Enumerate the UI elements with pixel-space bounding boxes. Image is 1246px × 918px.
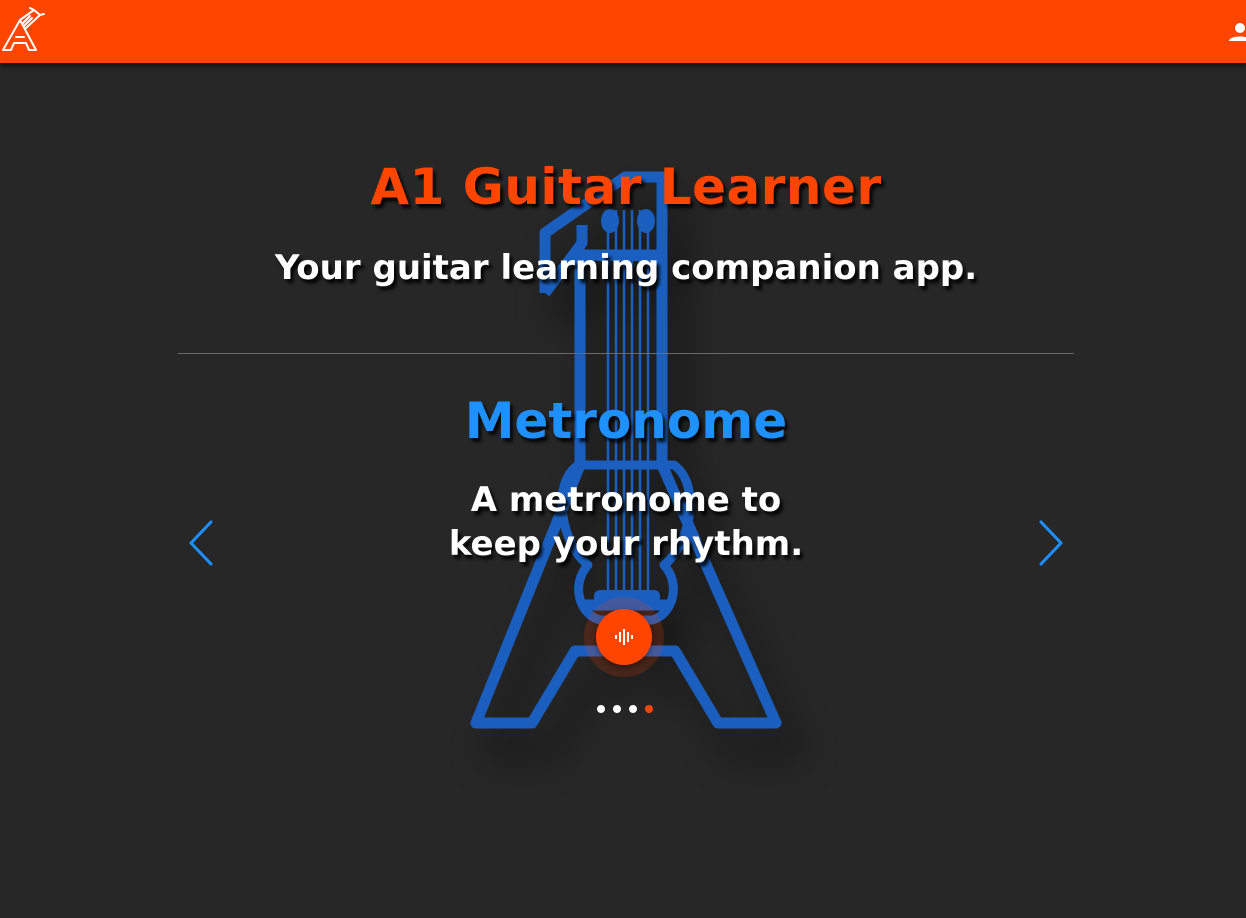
chevron-right-icon xyxy=(1039,520,1063,566)
carousel-dot[interactable] xyxy=(613,705,621,713)
open-metronome-button[interactable] xyxy=(596,609,652,665)
top-app-bar xyxy=(0,0,1246,63)
carousel-slide-description: A metronome to keep your rhythm. xyxy=(448,480,804,564)
section-divider xyxy=(178,353,1074,354)
chevron-left-icon xyxy=(189,520,213,566)
carousel-slide-title: Metronome xyxy=(464,392,788,450)
audio-waveform-icon xyxy=(615,629,633,645)
app-title: A1 Guitar Learner xyxy=(370,158,882,216)
carousel-dot[interactable] xyxy=(645,705,653,713)
carousel-prev-button[interactable] xyxy=(186,518,216,568)
app-subtitle: Your guitar learning companion app. xyxy=(274,248,978,288)
person-icon[interactable] xyxy=(1226,20,1246,44)
carousel-dot[interactable] xyxy=(597,705,605,713)
carousel-dot[interactable] xyxy=(629,705,637,713)
guitar-a-logo-icon[interactable] xyxy=(0,6,48,56)
carousel-next-button[interactable] xyxy=(1036,518,1066,568)
